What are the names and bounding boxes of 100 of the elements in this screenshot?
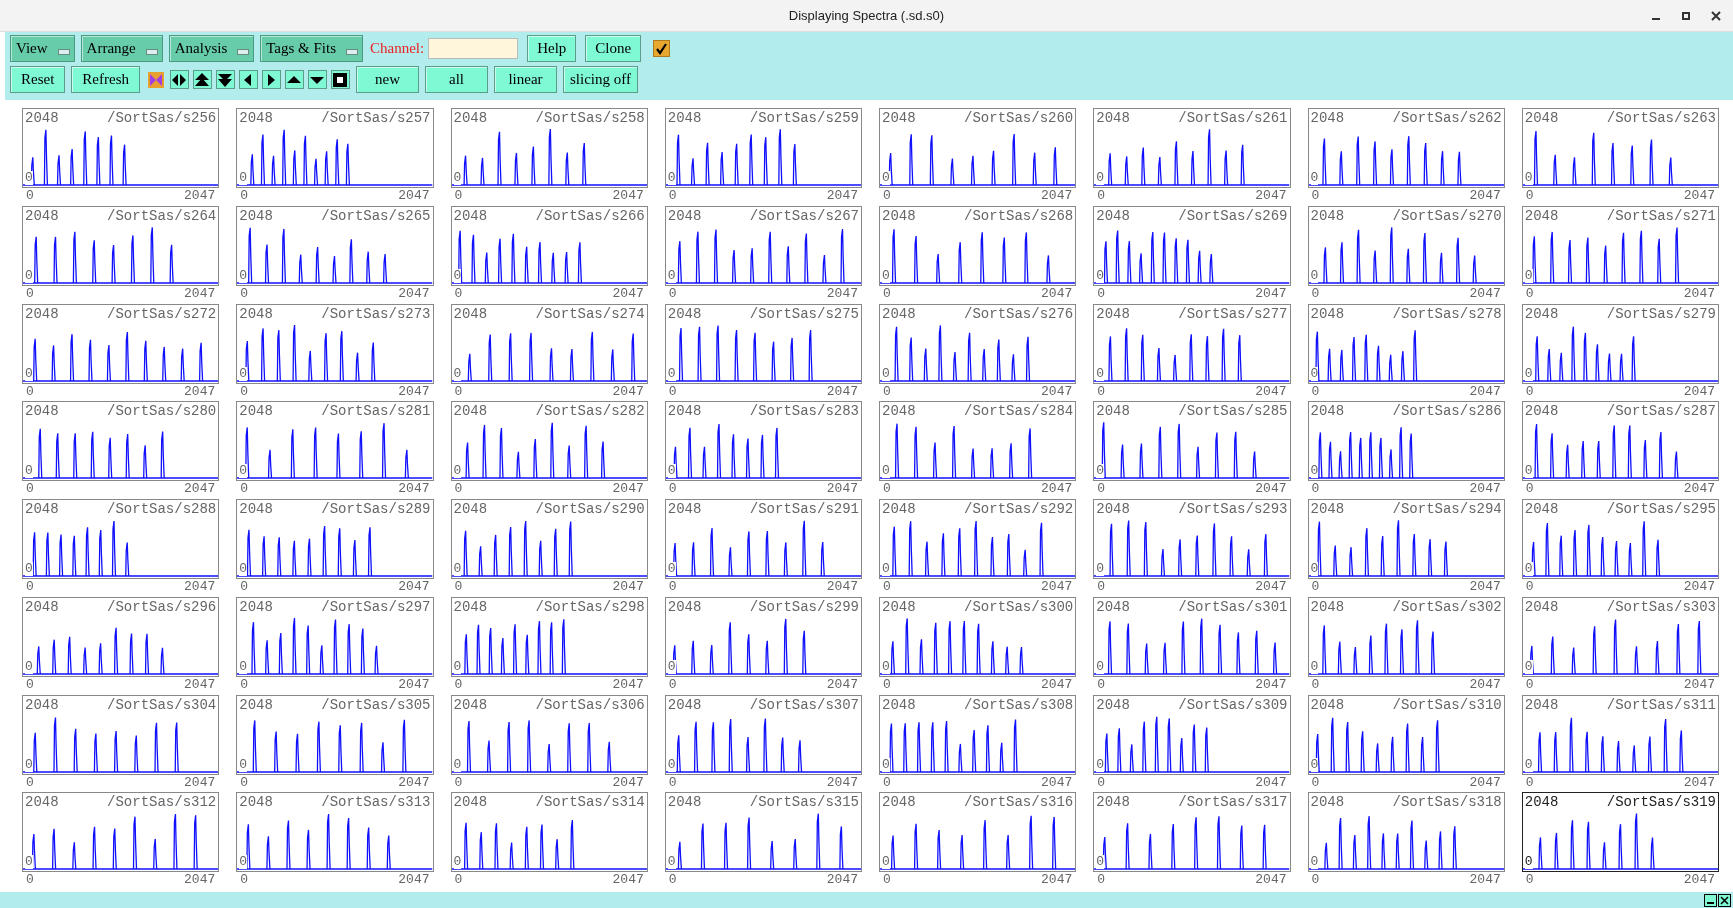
spectrum-panel[interactable]: 2048 /SortSas/s262 0 xyxy=(1307,108,1505,188)
x-min-label: 0 xyxy=(26,285,34,301)
spectrum-panel[interactable]: 2048 /SortSas/s308 0 xyxy=(879,694,1077,775)
spectrum-panel[interactable]: 2048 /SortSas/s271 0 xyxy=(1521,205,1719,286)
spectrum-panel[interactable]: 2048 /SortSas/s274 0 xyxy=(450,303,648,384)
spectrum-panel[interactable]: 2048 /SortSas/s291 0 xyxy=(664,499,862,579)
toolbar-button[interactable]: Refresh xyxy=(71,66,140,93)
spectrum-panel[interactable]: 2048 /SortSas/s261 0 xyxy=(1093,108,1291,188)
x-max-label: 2047 xyxy=(1683,872,1715,888)
spectrum-panel[interactable]: 2048 /SortSas/s313 0 xyxy=(236,792,434,873)
toggle-button[interactable]: new xyxy=(356,66,419,93)
y-min-label: 0 xyxy=(882,562,890,576)
spectrum-panel[interactable]: 2048 /SortSas/s285 0 xyxy=(1093,401,1291,482)
spectrum-panel[interactable]: 2048 /SortSas/s272 0 xyxy=(22,303,220,384)
y-min-label: 0 xyxy=(1524,659,1533,674)
spectrum-panel[interactable]: 2048 /SortSas/s283 0 xyxy=(664,401,862,482)
spectrum-panel[interactable]: 2048 /SortSas/s305 0 xyxy=(236,694,434,775)
spectrum-panel[interactable]: 2048 /SortSas/s263 0 xyxy=(1521,108,1719,188)
spectrum-panel[interactable]: 2048 /SortSas/s295 0 xyxy=(1521,499,1719,579)
spectrum-panel[interactable]: 2048 /SortSas/s256 0 xyxy=(22,108,220,188)
spectrum-panel[interactable]: 2048 /SortSas/s266 0 xyxy=(450,205,648,286)
spectrum-panel[interactable]: 2048 /SortSas/s310 0 xyxy=(1307,694,1505,775)
spectrum-name: /SortSas/s294 xyxy=(1392,501,1502,517)
spectrum-panel[interactable]: 2048 /SortSas/s304 0 xyxy=(22,694,220,775)
y-max-label: 2048 xyxy=(882,598,916,615)
spectrum-name: /SortSas/s285 xyxy=(1178,403,1288,420)
spectrum-panel[interactable]: 2048 /SortSas/s292 0 xyxy=(879,499,1077,579)
spectrum-panel[interactable]: 2048 /SortSas/s315 0 xyxy=(664,792,862,873)
spectrum-panel[interactable]: 2048 /SortSas/s278 0 xyxy=(1307,303,1505,384)
spectrum-panel[interactable]: 2048 /SortSas/s307 0 xyxy=(664,694,862,775)
y-min-label: 0 xyxy=(453,562,462,576)
spectrum-panel[interactable]: 2048 /SortSas/s299 0 xyxy=(664,596,862,677)
spectrum-panel[interactable]: 2048 /SortSas/s288 0 xyxy=(22,499,220,579)
y-max-label: 2048 xyxy=(1310,598,1345,615)
spectrum-panel[interactable]: 2048 /SortSas/s311 0 xyxy=(1521,694,1719,775)
spectrum-panel[interactable]: 2048 /SortSas/s284 0 xyxy=(879,401,1077,482)
spectrum-panel[interactable]: 2048 /SortSas/s316 0 xyxy=(879,792,1077,873)
spectrum-panel[interactable]: 2048 /SortSas/s287 0 xyxy=(1521,401,1719,482)
spectrum-panel[interactable]: 2048 /SortSas/s260 0 xyxy=(879,108,1077,188)
spectrum-name: /SortSas/s318 xyxy=(1392,794,1502,811)
spectrum-panel[interactable]: 2048 /SortSas/s270 0 xyxy=(1307,205,1505,286)
y-max-label: 2048 xyxy=(882,207,916,224)
spectrum-panel[interactable]: 2048 /SortSas/s281 0 xyxy=(236,401,434,482)
toolbar-button[interactable]: Reset xyxy=(10,66,66,93)
spectrum-panel[interactable]: 2048 /SortSas/s302 0 xyxy=(1307,596,1505,677)
spectrum-panel[interactable]: 2048 /SortSas/s276 0 xyxy=(879,303,1077,384)
spectrum-panel[interactable]: 2048 /SortSas/s280 0 xyxy=(22,401,220,482)
spectrum-panel[interactable]: 2048 /SortSas/s279 0 xyxy=(1521,303,1719,384)
spectrum-panel[interactable]: 2048 /SortSas/s289 0 xyxy=(236,499,434,579)
y-max-label: 2048 xyxy=(1096,305,1130,322)
spectrum-panel[interactable]: 2048 /SortSas/s257 0 xyxy=(236,108,434,188)
spectrum-name: /SortSas/s317 xyxy=(1178,794,1288,811)
y-max-label: 2048 xyxy=(1096,794,1130,811)
spectrum-panel[interactable]: 2048 /SortSas/s267 0 xyxy=(664,205,862,286)
spectrum-panel[interactable]: 2048 /SortSas/s286 0 xyxy=(1307,401,1505,482)
y-max-label: 2048 xyxy=(1310,403,1345,420)
spectrum-panel[interactable]: 2048 /SortSas/s259 0 xyxy=(664,108,862,188)
spectrum-name: /SortSas/s289 xyxy=(321,501,431,517)
x-max-label: 2047 xyxy=(612,188,644,203)
toolbar-button[interactable]: Clone xyxy=(585,35,642,62)
x-max-label: 2047 xyxy=(1255,188,1287,203)
spectrum-name: /SortSas/s260 xyxy=(964,110,1074,126)
y-min-label: 0 xyxy=(882,659,890,674)
spectrum-panel[interactable]: 2048 /SortSas/s303 0 xyxy=(1521,596,1719,677)
toggle-button[interactable]: slicing off xyxy=(563,66,638,93)
spectrum-panel[interactable]: 2048 /SortSas/s318 0 xyxy=(1307,792,1505,873)
spectrum-panel[interactable]: 2048 /SortSas/s312 0 xyxy=(22,792,220,873)
spectrum-panel[interactable]: 2048 /SortSas/s294 0 xyxy=(1307,499,1505,579)
spectrum-panel[interactable]: 2048 /SortSas/s298 0 xyxy=(450,596,648,677)
toggle-button[interactable]: all xyxy=(425,66,488,93)
spectrum-panel[interactable]: 2048 /SortSas/s265 0 xyxy=(236,205,434,286)
spectrum-panel[interactable]: 2048 /SortSas/s273 0 xyxy=(236,303,434,384)
spectrum-panel[interactable]: 2048 /SortSas/s258 0 xyxy=(450,108,648,188)
spectrum-panel[interactable]: 2048 /SortSas/s290 0 xyxy=(450,499,648,579)
spectrum-panel[interactable]: 2048 /SortSas/s309 0 xyxy=(1093,694,1291,775)
x-min-label: 0 xyxy=(668,676,677,692)
spectrum-panel[interactable]: 2048 /SortSas/s282 0 xyxy=(450,401,648,482)
spectrum-panel[interactable]: 2048 /SortSas/s314 0 xyxy=(450,792,648,873)
spectrum-panel[interactable]: 2048 /SortSas/s293 0 xyxy=(1093,499,1291,579)
spectrum-panel[interactable]: 2048 /SortSas/s275 0 xyxy=(664,303,862,384)
menu-button[interactable]: View xyxy=(10,35,75,62)
spectrum-name: /SortSas/s303 xyxy=(1606,598,1716,615)
spectrum-panel[interactable]: 2048 /SortSas/s317 0 xyxy=(1093,792,1291,873)
channel-label: Channel: xyxy=(370,39,425,59)
toolbar-button[interactable]: Help xyxy=(527,35,577,62)
menu-button[interactable]: Arrange xyxy=(80,35,163,62)
menu-button[interactable]: Analysis xyxy=(168,35,255,62)
spectrum-panel[interactable]: 2048 /SortSas/s296 0 xyxy=(22,596,220,677)
spectrum-panel[interactable]: 2048 /SortSas/s264 0 xyxy=(22,205,220,286)
spectrum-panel[interactable]: 2048 /SortSas/s268 0 xyxy=(879,205,1077,286)
toggle-button[interactable]: linear xyxy=(494,66,557,93)
spectrum-panel[interactable]: 2048 /SortSas/s277 0 xyxy=(1093,303,1291,384)
spectrum-panel[interactable]: 2048 /SortSas/s306 0 xyxy=(450,694,648,775)
spectrum-panel[interactable]: 2048 /SortSas/s297 0 xyxy=(236,596,434,677)
spectrum-panel[interactable]: 2048 /SortSas/s269 0 xyxy=(1093,205,1291,286)
spectrum-panel[interactable]: 2048 /SortSas/s301 0 xyxy=(1093,596,1291,677)
spectrum-panel[interactable]: 2048 /SortSas/s319 0 xyxy=(1521,792,1719,873)
menu-button[interactable]: Tags & Fits xyxy=(260,35,364,62)
spectrum-panel[interactable]: 2048 /SortSas/s300 0 xyxy=(879,596,1077,677)
y-max-label: 2048 xyxy=(1310,110,1345,126)
